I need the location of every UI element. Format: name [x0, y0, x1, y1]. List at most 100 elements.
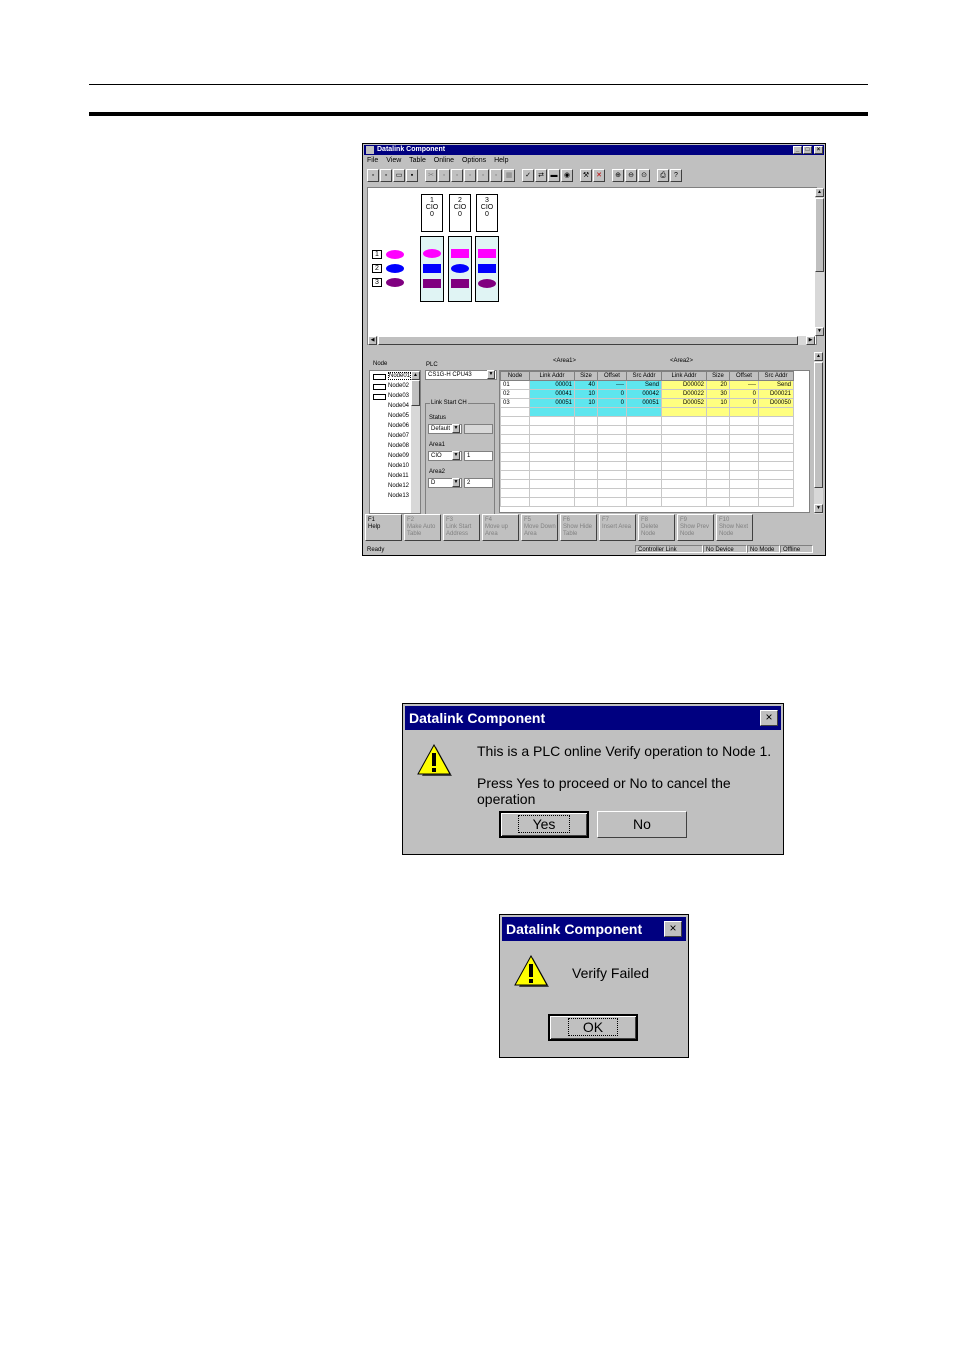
menu-view[interactable]: View — [386, 157, 401, 164]
empty-cell[interactable] — [500, 470, 530, 480]
empty-cell[interactable] — [706, 488, 730, 498]
f2-make-auto-table-button[interactable]: F2 Make Auto Table — [404, 514, 441, 541]
scroll-down-icon[interactable]: ▼ — [814, 504, 823, 513]
empty-cell[interactable] — [626, 443, 662, 453]
copy-icon[interactable]: ▫ — [380, 169, 392, 182]
empty-cell[interactable] — [597, 488, 627, 498]
scroll-up-icon[interactable]: ▲ — [814, 352, 823, 361]
empty-cell[interactable] — [574, 407, 598, 417]
table-cell[interactable]: 00051 — [529, 398, 575, 408]
empty-cell[interactable] — [758, 416, 794, 426]
col-area2-src-addr[interactable]: Src Addr — [758, 371, 794, 381]
table-cell[interactable]: Send — [758, 380, 794, 390]
col-area1-link-addr[interactable]: Link Addr — [529, 371, 575, 381]
table-row[interactable]: 03 00051 10 0 00051 D00052 10 0 D00050 — [500, 398, 794, 408]
empty-cell[interactable] — [758, 470, 794, 480]
canvas-vscroll-thumb[interactable] — [815, 198, 824, 272]
table-grid-icon[interactable]: ▦ — [503, 169, 515, 182]
empty-cell[interactable] — [758, 461, 794, 471]
f5-move-down-button[interactable]: F5 Move Down Area — [521, 514, 558, 541]
node-1-area-column[interactable] — [420, 236, 444, 302]
cut-icon[interactable]: ✂ — [425, 169, 437, 182]
node-box-1[interactable]: 1 CIO 0 — [421, 194, 443, 232]
empty-cell[interactable] — [626, 461, 662, 471]
table-cell[interactable]: 10 — [706, 398, 730, 408]
empty-cell[interactable] — [626, 416, 662, 426]
table-cell[interactable]: D00050 — [758, 398, 794, 408]
empty-cell[interactable] — [597, 416, 627, 426]
empty-cell[interactable] — [661, 434, 707, 444]
empty-cell[interactable] — [597, 470, 627, 480]
empty-cell[interactable] — [706, 425, 730, 435]
scroll-up-icon[interactable]: ▲ — [411, 371, 420, 380]
online-icon[interactable]: ◉ — [561, 169, 573, 182]
empty-cell[interactable] — [661, 416, 707, 426]
empty-cell[interactable] — [529, 407, 575, 417]
empty-cell[interactable] — [729, 443, 759, 453]
tools-icon[interactable]: ⚒ — [580, 169, 592, 182]
dialog2-close-icon[interactable]: × — [664, 921, 682, 937]
table-cell[interactable]: D00052 — [661, 398, 707, 408]
menu-table[interactable]: Table — [409, 157, 426, 164]
empty-cell[interactable] — [574, 452, 598, 462]
f1-help-button[interactable]: F1 Help — [365, 514, 402, 541]
empty-cell[interactable] — [574, 416, 598, 426]
check-icon[interactable]: ✓ — [522, 169, 534, 182]
empty-cell[interactable] — [758, 452, 794, 462]
empty-cell[interactable] — [706, 416, 730, 426]
empty-cell[interactable] — [758, 443, 794, 453]
area1-value-input[interactable]: 1 — [464, 451, 493, 461]
table-cell[interactable]: 10 — [574, 398, 598, 408]
empty-cell[interactable] — [500, 461, 530, 471]
dialog2-titlebar[interactable]: Datalink Component × — [502, 917, 686, 941]
scroll-up-icon[interactable]: ▲ — [815, 188, 824, 197]
f3-link-start-button[interactable]: F3 Link Start Address — [443, 514, 480, 541]
empty-cell[interactable] — [706, 434, 730, 444]
empty-cell[interactable] — [758, 425, 794, 435]
menu-file[interactable]: File — [367, 157, 378, 164]
table-cell[interactable]: 0 — [729, 398, 759, 408]
empty-cell[interactable] — [529, 425, 575, 435]
empty-cell[interactable] — [706, 407, 730, 417]
empty-cell[interactable] — [597, 497, 627, 507]
scroll-left-icon[interactable]: ◀ — [368, 336, 377, 345]
f8-delete-node-button[interactable]: F8 Delete Node — [638, 514, 675, 541]
menu-options[interactable]: Options — [462, 157, 486, 164]
empty-cell[interactable] — [574, 488, 598, 498]
empty-cell[interactable] — [758, 434, 794, 444]
minimize-button[interactable]: _ — [793, 146, 802, 154]
empty-cell[interactable] — [661, 479, 707, 489]
table-cell[interactable]: 10 — [574, 389, 598, 399]
area1-dropdown-icon[interactable]: ▼ — [452, 451, 460, 460]
edit-icon[interactable]: ▫ — [451, 169, 463, 182]
empty-cell[interactable] — [729, 497, 759, 507]
print-icon[interactable]: ⎙ — [657, 169, 669, 182]
node-3-area-column[interactable] — [475, 236, 499, 302]
empty-cell[interactable] — [529, 416, 575, 426]
table-cell[interactable]: 0 — [729, 389, 759, 399]
close-button[interactable]: × — [814, 146, 823, 154]
lower-vscroll-thumb[interactable] — [814, 362, 823, 488]
empty-cell[interactable] — [661, 425, 707, 435]
no-button[interactable]: No — [597, 811, 687, 838]
table-cell[interactable]: D00002 — [661, 380, 707, 390]
canvas-vertical-scrollbar[interactable]: ▲ ▼ — [815, 188, 824, 336]
zoom-fit-icon[interactable]: ⊙ — [638, 169, 650, 182]
empty-cell[interactable] — [500, 434, 530, 444]
lower-vertical-scrollbar[interactable]: ▲ ▼ — [814, 352, 823, 514]
zoom-in-icon[interactable]: ⊕ — [612, 169, 624, 182]
empty-cell[interactable] — [626, 479, 662, 489]
empty-cell[interactable] — [661, 452, 707, 462]
empty-cell[interactable] — [500, 452, 530, 462]
transfer-icon[interactable]: ⇄ — [535, 169, 547, 182]
empty-cell[interactable] — [574, 479, 598, 489]
empty-cell[interactable] — [597, 425, 627, 435]
area2-dropdown-icon[interactable]: ▼ — [452, 478, 460, 487]
empty-cell[interactable] — [626, 407, 662, 417]
empty-cell[interactable] — [706, 479, 730, 489]
table-row[interactable] — [500, 434, 794, 444]
tree-icon[interactable]: ▫ — [490, 169, 502, 182]
canvas-hscroll-thumb[interactable] — [378, 336, 798, 345]
maximize-button[interactable]: □ — [803, 146, 812, 154]
table-cell[interactable]: 00051 — [626, 398, 662, 408]
